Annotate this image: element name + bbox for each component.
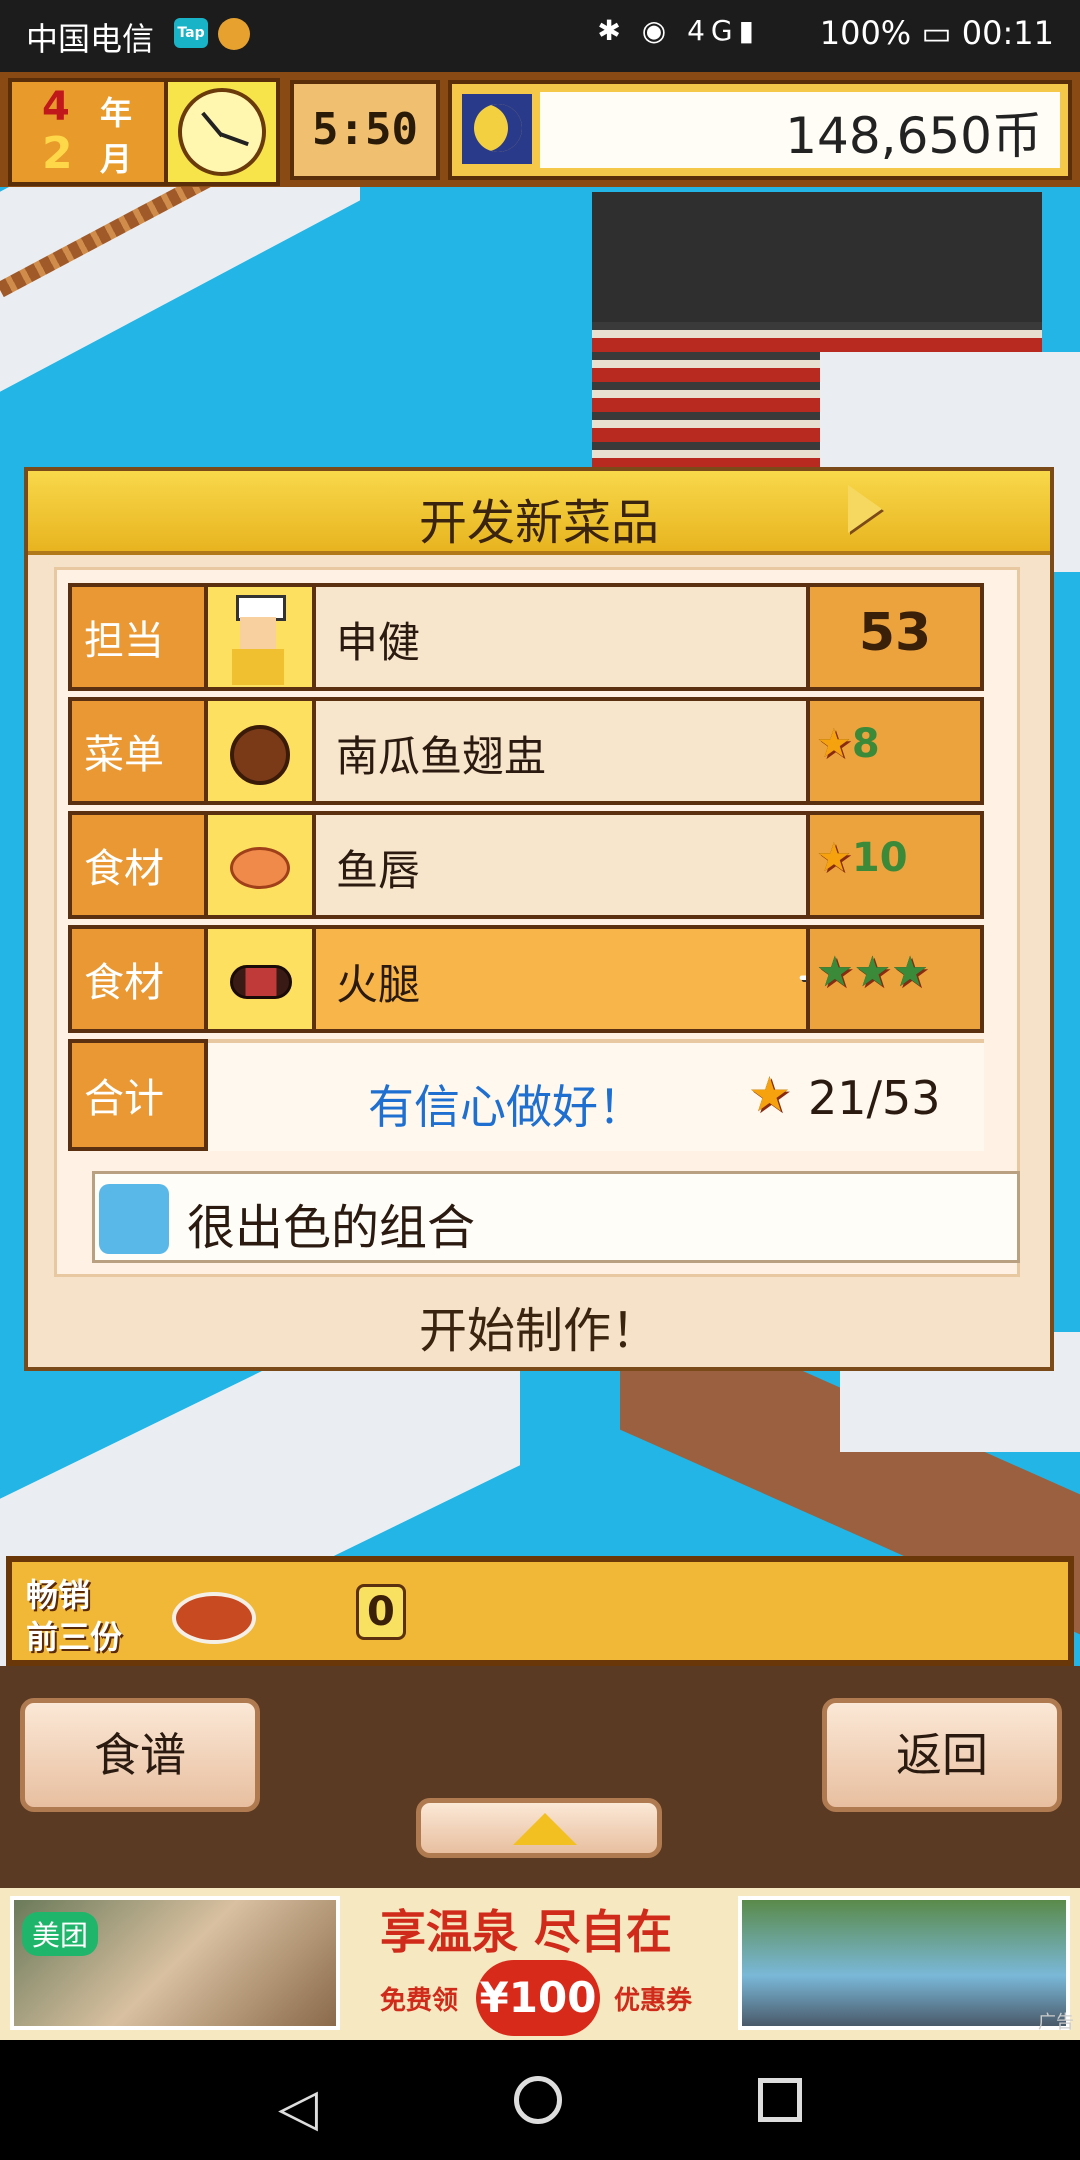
ad-coupon-label: 优惠券: [614, 1986, 693, 2016]
ingredient-name: 鱼唇: [336, 846, 421, 895]
dish-icon: [172, 1592, 256, 1644]
year-value: 4: [42, 84, 70, 130]
three-stars-icon: ★★★: [816, 947, 929, 996]
money-value: 148,650币: [785, 107, 1042, 165]
dialog-title-bar: 开发新菜品: [28, 471, 1050, 555]
tap-app-icon: Tap: [174, 18, 208, 48]
start-button[interactable]: 开始制作！: [28, 1291, 1050, 1361]
clock-icon: [164, 78, 280, 186]
dish-plate: [230, 725, 290, 785]
best-sellers-count: 0: [356, 1584, 406, 1640]
ingredient-star-value: 10: [851, 835, 908, 881]
row-chef[interactable]: 担当 申健 53: [68, 583, 996, 695]
star-icon: ★: [816, 835, 852, 881]
confidence-text: 有信心做好！: [368, 1080, 644, 1134]
score-box: ★10: [806, 811, 984, 919]
money-bar: 148,650币: [540, 92, 1060, 168]
row-label: 担当: [68, 583, 208, 691]
status-icons: ✱ ◉ 4G▮: [597, 14, 760, 47]
row-label: 食材: [68, 925, 208, 1033]
score-box: ★8: [806, 697, 984, 805]
row-menu[interactable]: 菜单 南瓜鱼翅盅 ★8: [68, 697, 996, 809]
row-ingredient-1[interactable]: 食材 鱼唇 ★10: [68, 811, 996, 923]
star-icon: ★: [816, 721, 852, 767]
clock-hand: [219, 132, 249, 147]
ingredient-stars: ★10: [816, 835, 908, 881]
notification-coin-icon: [218, 18, 250, 50]
chef-face: [240, 617, 276, 649]
nav-home-icon[interactable]: [514, 2076, 562, 2124]
score-box: 53: [806, 583, 984, 691]
row-total: 合计 有信心做好！ ★ 21/53: [68, 1039, 996, 1151]
ad-amount-badge: ¥100: [476, 1960, 600, 2036]
ad-free-label: 免费领: [380, 1986, 459, 2016]
ad-tag: 广告: [1038, 2012, 1074, 2033]
chef-body: [232, 649, 284, 685]
ingredient-name: 火腿: [336, 960, 421, 1009]
network-label: 4G: [687, 14, 739, 47]
best-sellers-label-2: 前三份: [26, 1618, 123, 1656]
ad-image-right: [738, 1896, 1070, 2030]
up-arrow-icon: [513, 1813, 577, 1845]
battery-percent: 100%: [819, 14, 912, 52]
nav-back-icon[interactable]: ◁: [278, 2078, 318, 2138]
best-sellers-bar[interactable]: 畅销 前三份 0: [6, 1556, 1074, 1666]
menu-star-value: 8: [851, 721, 880, 767]
nav-recents-icon[interactable]: [758, 2078, 802, 2122]
total-value: 21/53: [808, 1071, 941, 1125]
ham-icon: [208, 925, 316, 1033]
status-right: 100% ▭ 00:11: [820, 14, 1054, 52]
battery-icon: ▭: [921, 14, 952, 52]
clock-time: 00:11: [961, 14, 1054, 52]
advisor-avatar-icon: [99, 1184, 169, 1254]
month-value: 2: [42, 128, 73, 179]
name-box: 火腿 ☚: [316, 925, 835, 1033]
row-label: 合计: [68, 1039, 208, 1151]
moon-icon: [462, 94, 532, 164]
back-button[interactable]: 返回: [822, 1698, 1062, 1812]
money-display: 148,650币: [448, 80, 1072, 180]
ad-image-left: 美团: [10, 1896, 340, 2030]
year-label: 年: [100, 94, 133, 132]
date-display: 4 年 2 月: [8, 78, 168, 186]
game-time: 5:50: [290, 80, 440, 180]
chef-name: 申健: [336, 618, 421, 667]
best-sellers-label-1: 畅销: [26, 1576, 91, 1614]
row-label: 菜单: [68, 697, 208, 805]
name-box: 南瓜鱼翅盅: [316, 697, 806, 805]
ham-shape: [230, 965, 292, 999]
month-label: 月: [100, 140, 133, 178]
star-icon: ★: [748, 1067, 792, 1123]
fish-lip-icon: [208, 811, 316, 919]
chef-icon: [208, 583, 316, 691]
carrier-name: 中国电信: [26, 20, 155, 58]
develop-dish-dialog: 开发新菜品 担当 申健 53 菜单 南瓜鱼翅盅 ★8 食材 鱼唇 ★10 食材 …: [24, 467, 1054, 1371]
score-box: ★★★: [806, 925, 984, 1033]
ad-banner[interactable]: 美团 享温泉 尽自在 免费领 ¥100 优惠券 广告: [0, 1888, 1080, 2040]
status-bar: 中国电信 Tap ✱ ◉ 4G▮ 100% ▭ 00:11: [0, 0, 1080, 72]
moon-crescent: [474, 104, 522, 152]
comment-box: 很出色的组合: [92, 1171, 1020, 1263]
dialog-title: 开发新菜品: [418, 495, 659, 551]
name-box: 鱼唇: [316, 811, 806, 919]
ad-brand: 美团: [22, 1912, 99, 1956]
recipe-button[interactable]: 食谱: [20, 1698, 260, 1812]
menu-name: 南瓜鱼翅盅: [336, 732, 547, 781]
chef-score: 53: [858, 603, 932, 663]
clock-face: [178, 88, 266, 176]
building-roof: [592, 192, 1042, 322]
name-box: 申健: [316, 583, 806, 691]
comment-text: 很出色的组合: [187, 1200, 476, 1256]
menu-stars: ★8: [816, 721, 880, 767]
system-nav-bar: ◁: [0, 2040, 1080, 2160]
row-label: 食材: [68, 811, 208, 919]
next-arrow-icon[interactable]: [848, 485, 882, 533]
expand-up-button[interactable]: [416, 1798, 662, 1858]
dish-icon: [208, 697, 316, 805]
row-ingredient-2[interactable]: 食材 火腿 ☚ ★★★: [68, 925, 996, 1037]
ad-headline: 享温泉 尽自在: [380, 1905, 673, 1959]
fish-lip-shape: [230, 847, 290, 889]
total-box: 有信心做好！ ★ 21/53: [208, 1039, 984, 1151]
